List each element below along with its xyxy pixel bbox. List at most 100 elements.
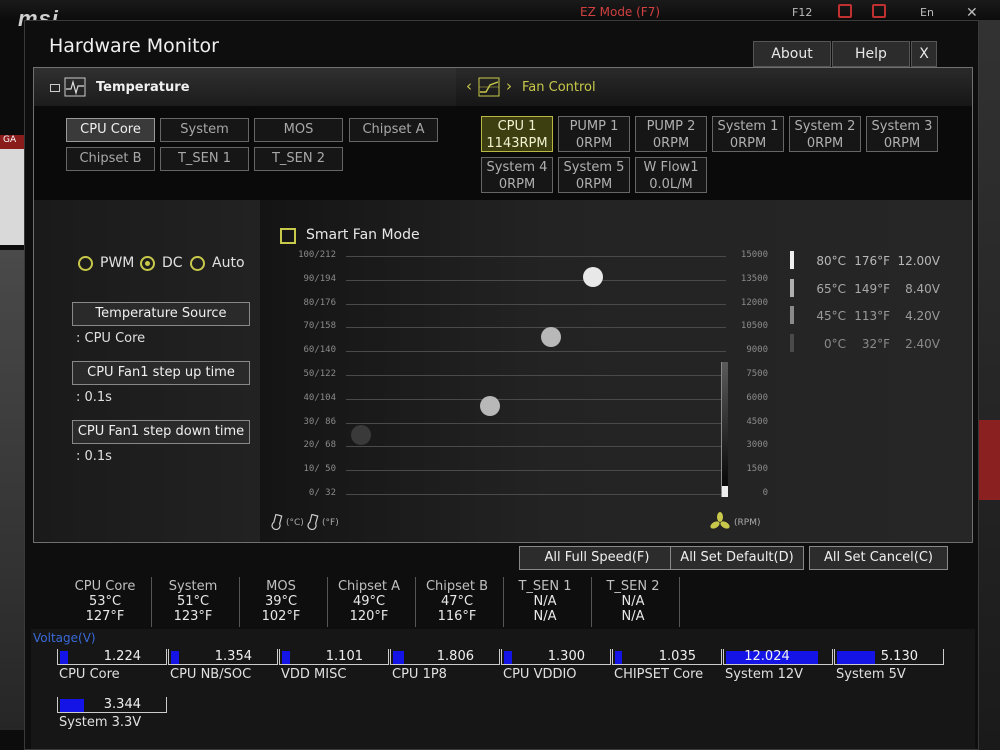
grid-line [346,351,726,353]
voltage-bar-fill [171,651,179,664]
legend-fahrenheit: 113°F [854,309,890,323]
ez-mode-label[interactable]: EZ Mode (F7) [580,5,660,19]
y-tick-rpm: 12000 [740,297,768,308]
temp-source-system[interactable]: System [160,118,249,142]
temperature-celsius: 47°C [440,594,474,609]
temp-source-chipset-a[interactable]: Chipset A [349,118,438,142]
temp-source-t-sen-1[interactable]: T_SEN 1 [160,147,249,171]
temperature-source-button[interactable]: Temperature Source [72,302,250,326]
y-tick-rpm: 9000 [746,345,768,356]
step-down-time-button[interactable]: CPU Fan1 step down time [72,420,250,444]
curve-point[interactable] [541,326,562,347]
temperature-readout: T_SEN 2 N/A N/A [589,579,677,624]
display-icon[interactable] [872,4,886,18]
y-tick-celsius: 80/176 [303,297,336,308]
y-tick-rpm: 4500 [746,416,768,427]
y-tick-rpm: 6000 [746,392,768,403]
legend-level-bar [790,306,794,324]
fan-graph-icon [478,77,500,97]
temp-source-cpu-core[interactable]: CPU Core [66,118,155,142]
collapse-icon[interactable] [50,84,60,92]
y-tick-celsius: 60/140 [303,345,336,356]
curve-point[interactable] [351,424,372,445]
fan-value: 0RPM [575,136,613,151]
voltage-bar-fill [504,651,512,664]
all-full-speed-button[interactable]: All Full Speed(F) [519,546,675,570]
fan-tab-arrow-icon: › [506,77,512,95]
fan-pump-2[interactable]: PUMP 2 0RPM [635,116,707,152]
legend-celsius: 80°C [816,254,846,268]
temperature-graph-icon [64,77,86,97]
about-button[interactable]: About [753,41,831,67]
temp-source-t-sen-2[interactable]: T_SEN 2 [254,147,343,171]
mode-auto-label[interactable]: Auto [212,255,245,271]
y-tick-celsius: 0/ 32 [308,488,336,498]
temperature-name: Chipset B [425,579,489,594]
fan-name: PUMP 1 [569,119,619,134]
fan-value: 0RPM [883,136,921,151]
fan-system-1[interactable]: System 1 0RPM [712,116,784,152]
fan-mode-panel: PWM DC Auto Temperature Source : CPU Cor… [34,200,260,542]
bios-close-icon[interactable]: ✕ [966,5,978,21]
language-label[interactable]: En [920,6,934,19]
legend-level-bar [790,333,794,352]
voltage-gauge: 1.354 CPU NB/SOC [168,649,278,685]
voltage-value: 1.300 [547,649,585,664]
bios-side-tag: GA [0,135,24,149]
search-icon[interactable] [838,4,852,18]
voltage-gauge: 1.101 VDD MISC [279,649,389,685]
help-button[interactable]: Help [832,41,910,67]
mode-auto-radio[interactable] [190,256,205,271]
fan-control-tab-label: Fan Control [522,80,596,95]
fan-system-5[interactable]: System 5 0RPM [558,157,630,193]
mode-pwm-radio[interactable] [78,256,93,271]
voltage-name: System 5V [836,667,906,682]
fan-tab-back-icon[interactable]: ‹ [466,77,472,95]
voltage-gauge: 12.024 System 12V [723,649,833,685]
step-up-time-button[interactable]: CPU Fan1 step up time [72,361,250,385]
mode-dc-label[interactable]: DC [162,255,183,271]
temperature-source-value: : CPU Core [76,331,146,346]
voltage-title: Voltage(V) [33,631,96,645]
fan-curve-area [260,200,972,542]
step-up-time-value: : 0.1s [76,390,112,405]
current-rpm-indicator [721,362,728,497]
voltage-name: CPU 1P8 [392,667,447,682]
grid-line [346,398,726,400]
voltage-value: 5.130 [880,649,918,664]
temperature-celsius: 39°C [264,594,298,609]
y-tick-rpm: 7500 [746,369,768,379]
y-tick-celsius: 10/ 50 [303,464,336,475]
fan-w-flow-1[interactable]: W Flow1 0.0L/M [635,157,707,193]
all-set-cancel-button[interactable]: All Set Cancel(C) [809,546,948,570]
mode-pwm-label[interactable]: PWM [100,255,134,271]
fan-value: 0.0L/M [649,177,693,192]
voltage-bar-fill [60,651,68,664]
window-close-button[interactable]: X [911,41,937,67]
fan-system-4[interactable]: System 4 0RPM [481,157,553,193]
voltage-name: CPU NB/SOC [170,667,252,682]
f12-screenshot-label[interactable]: F12 [792,6,812,19]
mode-dc-radio[interactable] [140,256,155,271]
fan-system-3[interactable]: System 3 0RPM [866,116,938,152]
smart-fan-mode-checkbox[interactable] [280,228,296,244]
voltage-bar-fill [282,651,290,664]
voltage-gauge: 1.300 CPU VDDIO [501,649,611,685]
current-rpm-fill [722,486,728,497]
fan-system-2[interactable]: System 2 0RPM [789,116,861,152]
fan-pump-1[interactable]: PUMP 1 0RPM [558,116,630,152]
voltage-bar-fill [393,651,404,664]
fan-name: PUMP 2 [646,119,696,134]
fan-cpu-1[interactable]: CPU 1 1143RPM [481,116,553,152]
fan-value: 0RPM [498,177,536,192]
temperature-name: CPU Core [74,579,136,594]
fan-control-tab[interactable]: ‹ › Fan Control [456,68,972,106]
temp-source-mos[interactable]: MOS [254,118,343,142]
temp-source-chipset-b[interactable]: Chipset B [66,147,155,171]
all-set-default-button[interactable]: All Set Default(D) [670,546,804,570]
legend-volt: 4.20V [905,309,940,323]
fan-name: System 1 [717,119,779,134]
temperature-readout: CPU Core 53°C 127°F [61,579,149,624]
smart-fan-mode-label[interactable]: Smart Fan Mode [306,227,420,243]
temperature-tab[interactable]: Temperature [34,68,456,106]
